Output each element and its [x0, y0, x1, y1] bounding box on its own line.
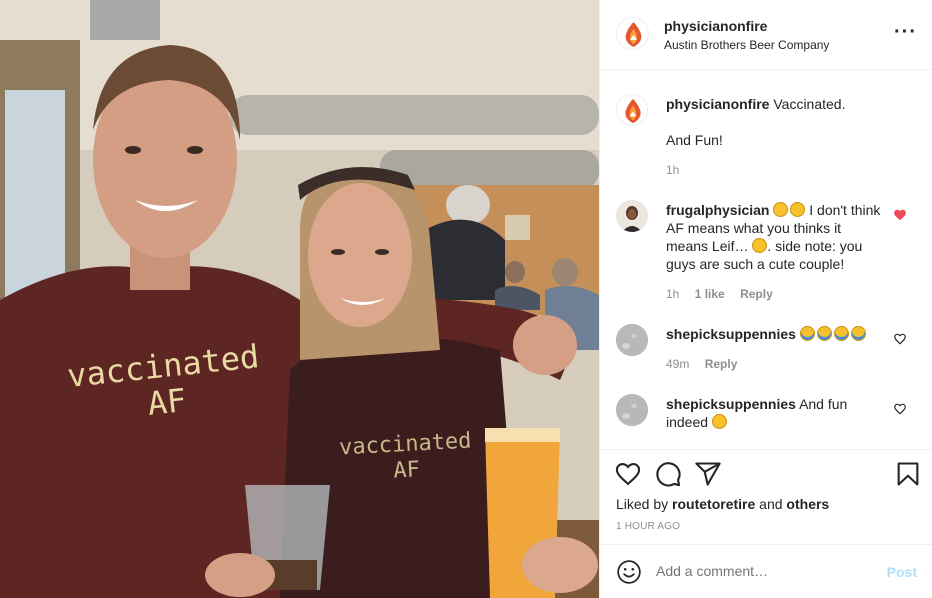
emoji-picker-icon[interactable] [616, 559, 642, 585]
likes-summary: Liked by routetoretire and others [616, 496, 829, 512]
heart-outline-icon[interactable] [893, 402, 907, 416]
post-header: physicianonfire Austin Brothers Beer Com… [600, 0, 932, 70]
commenter-avatar[interactable] [616, 200, 648, 232]
comment-time[interactable]: 49m [666, 357, 689, 371]
caption-time[interactable]: 1h [666, 163, 679, 177]
liked-heart-icon[interactable] [893, 208, 907, 222]
photo-illustration [0, 0, 599, 598]
action-bar [600, 449, 932, 499]
coins-avatar-icon [616, 394, 648, 426]
grinning-emoji-icon [711, 414, 727, 429]
reply-button[interactable]: Reply [705, 357, 738, 371]
post-photo[interactable]: vaccinated AF vaccinated AF [0, 0, 599, 598]
share-send-icon[interactable] [694, 460, 722, 488]
likes-middle: and [755, 496, 787, 512]
money-face-emoji-icon [850, 326, 866, 341]
comment-username[interactable]: shepicksuppennies [666, 326, 796, 342]
commenter-avatar[interactable] [616, 324, 648, 356]
flame-logo-icon [625, 22, 642, 47]
commenter-avatar[interactable] [616, 394, 648, 426]
comment-bubble-icon[interactable] [654, 460, 682, 488]
add-comment-input[interactable] [656, 563, 876, 579]
post-side-panel: physicianonfire Austin Brothers Beer Com… [599, 0, 932, 598]
coins-avatar-icon [616, 324, 648, 356]
save-bookmark-icon[interactable] [894, 460, 922, 488]
comment-body: shepicksuppennies [666, 325, 886, 343]
comment-username[interactable]: frugalphysician [666, 202, 769, 218]
heart-outline-icon[interactable] [893, 332, 907, 346]
money-face-emoji-icon [816, 326, 832, 341]
like-heart-icon[interactable] [614, 460, 642, 488]
person-avatar-icon [616, 200, 648, 232]
caption-meta: 1h [666, 163, 691, 177]
more-options-button[interactable]: ··· [894, 22, 917, 42]
flame-logo-icon [625, 98, 641, 124]
post-timestamp[interactable]: 1 HOUR AGO [616, 521, 680, 532]
comment-username[interactable]: shepicksuppennies [666, 396, 796, 412]
rofl-emoji-icon [773, 202, 789, 217]
post-location[interactable]: Austin Brothers Beer Company [664, 38, 829, 52]
more-horizontal-icon: ··· [894, 21, 917, 43]
caption-body: physicianonfire Vaccinated. [666, 95, 886, 113]
comment-meta: 49m Reply [666, 357, 749, 371]
comment-meta: 1h 1 like Reply [666, 287, 785, 301]
likes-user[interactable]: routetoretire [672, 496, 755, 512]
money-face-emoji-icon [833, 326, 849, 341]
comment-likes[interactable]: 1 like [695, 287, 725, 301]
add-comment-bar: Post [600, 544, 932, 598]
money-face-emoji-icon [799, 326, 815, 341]
caption-avatar[interactable] [616, 94, 648, 126]
author-avatar[interactable] [616, 17, 649, 50]
caption-text-line2: And Fun! [666, 132, 723, 148]
author-username[interactable]: physicianonfire [664, 18, 767, 34]
comment-body: frugalphysician I don't think AF means w… [666, 201, 886, 273]
winking-tongue-emoji-icon [752, 238, 768, 253]
likes-prefix: Liked by [616, 496, 673, 512]
caption-username[interactable]: physicianonfire [666, 96, 769, 112]
shirt-text-right: vaccinated AF [335, 428, 478, 487]
likes-others[interactable]: others [786, 496, 829, 512]
grinning-emoji-icon [790, 202, 806, 217]
comment-time[interactable]: 1h [666, 287, 679, 301]
caption-text-line1: Vaccinated. [773, 96, 846, 112]
post-comment-button[interactable]: Post [887, 564, 917, 580]
reply-button[interactable]: Reply [740, 287, 773, 301]
comment-body: shepicksuppennies And fun indeed [666, 395, 886, 431]
